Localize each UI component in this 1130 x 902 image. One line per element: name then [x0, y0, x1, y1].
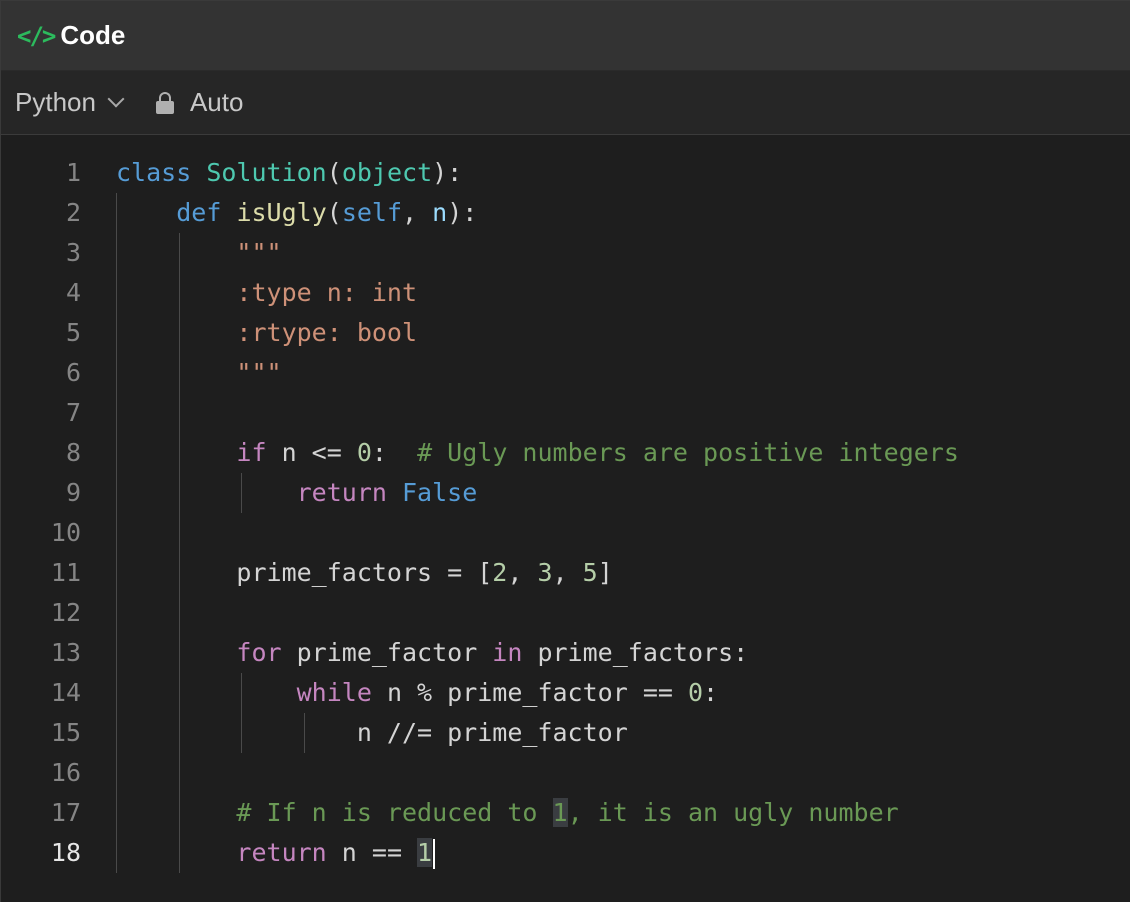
line-code: return False [296, 478, 478, 507]
line-number: 3 [65, 238, 81, 267]
code-icon: </> [17, 21, 56, 50]
panel-header: </> Code [1, 1, 1130, 71]
code-editor[interactable]: 1 class Solution(object): 2 def isUgly(sel… [1, 135, 1130, 873]
line-number: 1 [65, 158, 81, 187]
line-number: 18 [50, 838, 81, 867]
line-code: """ [116, 358, 282, 387]
code-panel: </> Code Python Auto 1 class Solution(obj… [0, 0, 1130, 902]
code-line[interactable]: 9 return False [1, 473, 1130, 513]
text-cursor [433, 839, 436, 869]
language-select[interactable]: Python [15, 87, 125, 118]
line-number: 11 [50, 558, 81, 587]
line-code: def isUgly(self, n): [176, 198, 478, 227]
line-code: prime_factors = [2, 3, 5] [116, 558, 613, 587]
line-code: while n % prime_factor == 0: [296, 678, 719, 707]
lock-icon [155, 91, 174, 114]
code-line[interactable]: 17 # If n is reduced to 1, it is an ugly… [1, 793, 1130, 833]
line-number: 2 [65, 198, 81, 227]
line-number: 8 [65, 438, 81, 467]
line-number: 5 [65, 318, 81, 347]
code-line[interactable]: 1 class Solution(object): [1, 153, 1130, 193]
code-line[interactable]: 11 prime_factors = [2, 3, 5] [1, 553, 1130, 593]
line-number: 16 [50, 758, 81, 787]
line-code: :type n: int [116, 278, 418, 307]
line-code: if n <= 0: # Ugly numbers are positive i… [236, 438, 959, 467]
panel-title: Code [60, 20, 126, 50]
line-number: 13 [50, 638, 81, 667]
code-line[interactable]: 5 :rtype: bool [1, 313, 1130, 353]
code-line[interactable]: 6 """ [1, 353, 1130, 393]
code-line[interactable]: 13 for prime_factor in prime_factors: [1, 633, 1130, 673]
line-code: return n == 1 [116, 833, 436, 873]
line-number: 4 [65, 278, 81, 307]
line-number: 9 [65, 478, 81, 507]
line-code: n //= prime_factor [116, 718, 628, 747]
mode-label: Auto [189, 87, 244, 117]
line-code: # If n is reduced to 1, it is an ugly nu… [236, 798, 899, 827]
code-line[interactable]: 3 """ [1, 233, 1130, 273]
code-line[interactable]: 15 n //= prime_factor [1, 713, 1130, 753]
editor-toolbar: Python Auto [1, 71, 1130, 135]
line-number: 7 [65, 398, 81, 427]
auto-mode-indicator[interactable]: Auto [155, 87, 244, 118]
line-number: 12 [50, 598, 81, 627]
code-line[interactable]: 14 while n % prime_factor == 0: [1, 673, 1130, 713]
chevron-down-icon [107, 90, 125, 107]
line-code: class Solution(object): [116, 158, 463, 187]
code-line[interactable]: 16 [1, 753, 1130, 793]
code-line[interactable]: 12 [1, 593, 1130, 633]
code-line[interactable]: 8 if n <= 0: # Ugly numbers are positive… [1, 433, 1130, 473]
code-line[interactable]: 4 :type n: int [1, 273, 1130, 313]
language-label: Python [15, 87, 96, 117]
code-line[interactable]: 7 [1, 393, 1130, 433]
line-code: :rtype: bool [116, 318, 418, 347]
line-number: 14 [50, 678, 81, 707]
line-number: 15 [50, 718, 81, 747]
line-number: 10 [50, 518, 81, 547]
code-line[interactable]: 18 return n == 1 [1, 833, 1130, 873]
code-line[interactable]: 10 [1, 513, 1130, 553]
line-code: for prime_factor in prime_factors: [236, 638, 749, 667]
code-line[interactable]: 2 def isUgly(self, n): [1, 193, 1130, 233]
line-number: 6 [65, 358, 81, 387]
line-code: """ [116, 238, 282, 267]
line-number: 17 [50, 798, 81, 827]
